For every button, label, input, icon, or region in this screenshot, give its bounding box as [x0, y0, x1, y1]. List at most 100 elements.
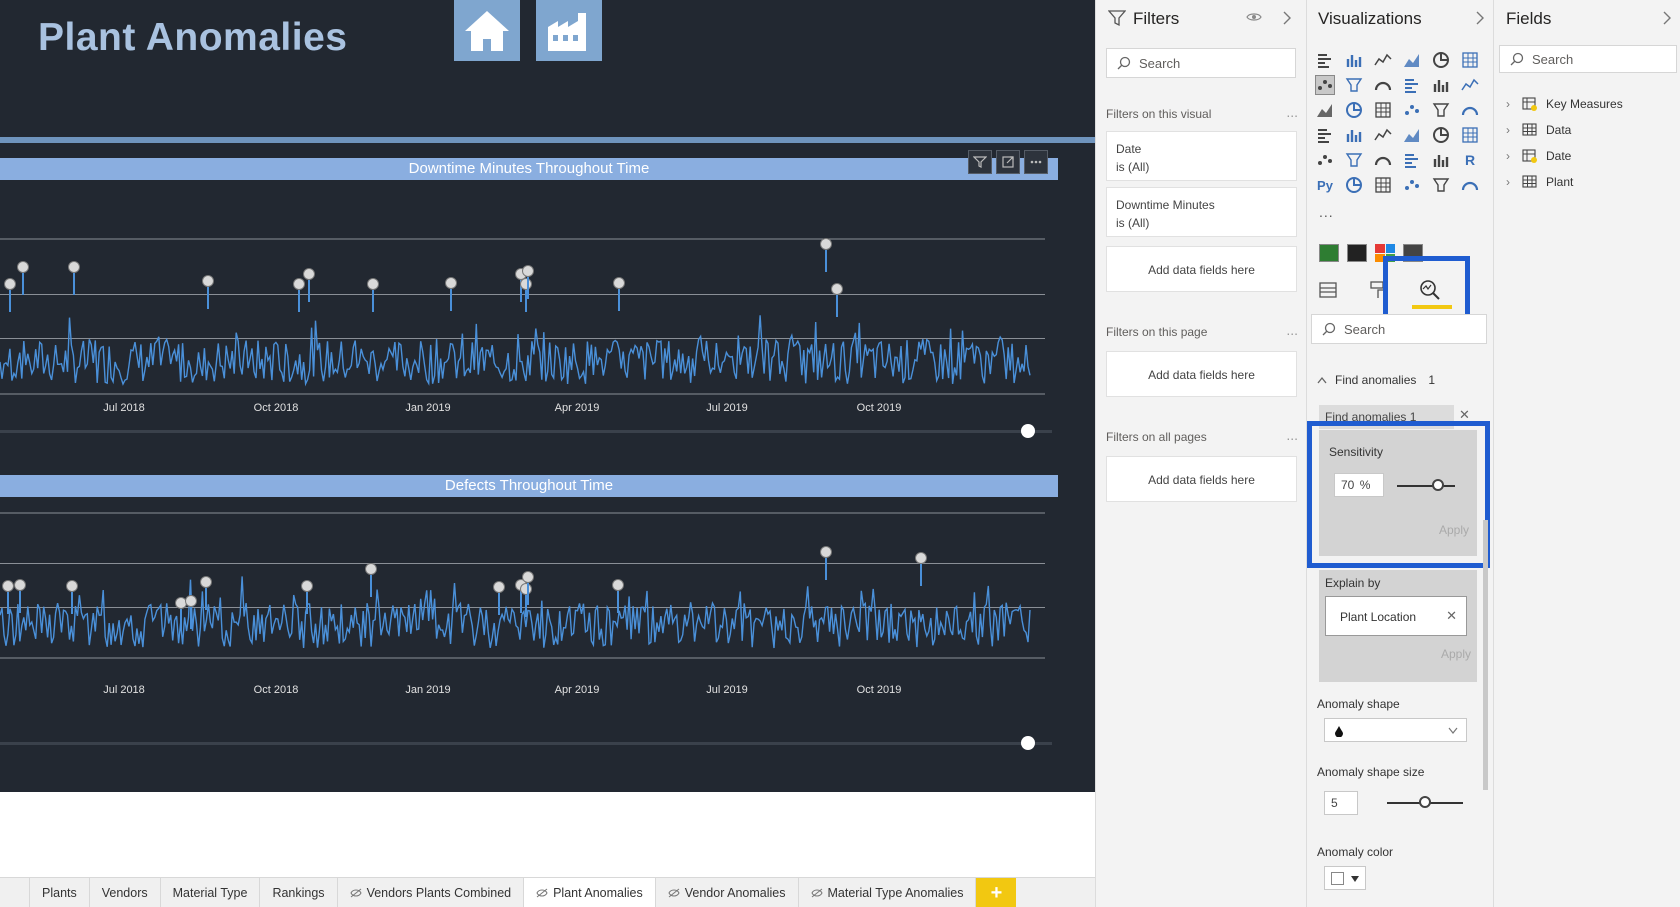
anomaly-marker[interactable] — [520, 278, 532, 313]
downtime-visual[interactable]: Downtime Minutes Throughout Time Jul 201… — [0, 150, 1058, 438]
visual-type-icon[interactable] — [1402, 75, 1422, 95]
defects-visual[interactable]: Defects Throughout Time Jul 2018 Oct 2018… — [0, 475, 1058, 765]
fields-well-icon[interactable] — [1317, 279, 1339, 301]
anomaly-marker[interactable] — [68, 261, 80, 296]
visual-type-icon[interactable] — [1431, 75, 1451, 95]
filter-card-date[interactable]: Date is (All) — [1106, 131, 1297, 181]
viz-search-input[interactable]: Search — [1311, 314, 1487, 344]
visual-type-icon[interactable] — [1344, 150, 1364, 170]
visual-type-icon[interactable] — [1315, 75, 1335, 95]
apply-button[interactable]: Apply — [1441, 647, 1471, 661]
anomaly-shape-dropdown[interactable] — [1324, 718, 1467, 742]
x-scrollbar[interactable] — [0, 742, 1052, 745]
anomaly-marker[interactable] — [915, 552, 927, 587]
anomaly-color-picker[interactable] — [1324, 866, 1366, 890]
anomaly-marker[interactable] — [820, 238, 832, 273]
visual-type-icon[interactable] — [1402, 100, 1422, 120]
visual-type-icon[interactable] — [1460, 50, 1480, 70]
filters-search-input[interactable]: Search — [1106, 48, 1296, 78]
visual-type-icon[interactable] — [1460, 75, 1480, 95]
visual-type-icon[interactable] — [1460, 175, 1480, 195]
anomaly-marker[interactable] — [301, 580, 313, 615]
page-tab[interactable]: Plant Anomalies — [524, 878, 656, 907]
visual-type-icon[interactable] — [1344, 50, 1364, 70]
scrollbar-handle[interactable] — [1021, 424, 1035, 438]
collapse-chevron-icon[interactable] — [1662, 11, 1672, 25]
page-tab[interactable]: Vendor Anomalies — [656, 878, 799, 907]
add-data-fields-visual[interactable]: Add data fields here — [1106, 246, 1297, 292]
field-table-plant[interactable]: › Plant — [1506, 175, 1573, 189]
focus-mode-icon[interactable] — [996, 150, 1020, 174]
visual-type-icon[interactable] — [1460, 125, 1480, 145]
filter-card-downtime[interactable]: Downtime Minutes is (All) — [1106, 187, 1297, 237]
page-tab[interactable]: Rankings — [260, 878, 338, 907]
collapse-chevron-icon[interactable] — [1282, 11, 1292, 25]
visual-type-icon[interactable] — [1431, 100, 1451, 120]
plant-button[interactable] — [536, 0, 602, 61]
visual-type-icon[interactable] — [1315, 100, 1335, 120]
visual-type-icon[interactable] — [1373, 100, 1393, 120]
visual-type-icon[interactable] — [1344, 125, 1364, 145]
visual-type-icon[interactable] — [1460, 100, 1480, 120]
anomaly-marker[interactable] — [367, 278, 379, 313]
more-options-icon[interactable]: ... — [1286, 322, 1298, 338]
anomaly-marker[interactable] — [365, 563, 377, 598]
more-options-icon[interactable]: ... — [1286, 104, 1298, 120]
field-table-data[interactable]: › Data — [1506, 123, 1571, 137]
home-button[interactable] — [454, 0, 520, 61]
visual-type-icon[interactable] — [1402, 125, 1422, 145]
visual-type-icon[interactable] — [1431, 125, 1451, 145]
add-data-fields-page[interactable]: Add data fields here — [1106, 351, 1297, 397]
anomaly-marker[interactable] — [293, 278, 305, 313]
anomaly-marker[interactable] — [4, 278, 16, 313]
anomaly-marker[interactable] — [831, 283, 843, 318]
more-options-icon[interactable]: ... — [1286, 427, 1298, 443]
anomaly-marker[interactable] — [303, 268, 315, 303]
anomaly-marker[interactable] — [202, 275, 214, 310]
remove-field-icon[interactable]: ✕ — [1446, 608, 1457, 624]
visual-type-icon[interactable] — [1402, 50, 1422, 70]
anomaly-shape-size-input[interactable]: 5 — [1324, 791, 1358, 815]
page-tab[interactable]: Material Type — [161, 878, 261, 907]
page-tab[interactable]: Vendors — [90, 878, 161, 907]
visual-type-icon[interactable] — [1373, 50, 1393, 70]
add-data-fields-all[interactable]: Add data fields here — [1106, 456, 1297, 502]
visual-type-icon[interactable] — [1431, 175, 1451, 195]
find-anomalies-section-header[interactable]: Find anomalies 1 — [1317, 373, 1435, 387]
visual-type-icon[interactable] — [1373, 75, 1393, 95]
custom-visual-icon[interactable] — [1347, 244, 1367, 262]
eye-icon[interactable] — [1246, 11, 1262, 23]
visual-type-icon[interactable] — [1373, 125, 1393, 145]
fields-search-input[interactable]: Search — [1499, 45, 1677, 73]
collapse-chevron-icon[interactable] — [1475, 11, 1485, 25]
visual-type-icon[interactable] — [1344, 175, 1364, 195]
visual-type-icon[interactable]: R — [1460, 150, 1480, 170]
visual-type-icon[interactable]: Py — [1315, 175, 1335, 195]
more-options-icon[interactable] — [1024, 150, 1048, 174]
field-table-date[interactable]: › Date — [1506, 149, 1571, 163]
x-scrollbar[interactable] — [0, 430, 1052, 433]
field-table-key-measures[interactable]: › Key Measures — [1506, 97, 1623, 111]
page-tab[interactable]: Vendors Plants Combined — [338, 878, 525, 907]
add-page-button[interactable]: + — [976, 878, 1017, 907]
anomaly-marker[interactable] — [493, 581, 505, 616]
shape-size-slider-handle[interactable] — [1419, 796, 1431, 808]
visual-type-icon[interactable] — [1431, 50, 1451, 70]
page-tab[interactable]: Plants — [30, 878, 90, 907]
visual-type-icon[interactable] — [1315, 50, 1335, 70]
visual-type-icon[interactable] — [1315, 150, 1335, 170]
visual-type-icon[interactable] — [1373, 175, 1393, 195]
page-tab[interactable]: Material Type Anomalies — [799, 878, 977, 907]
anomaly-marker[interactable] — [17, 261, 29, 296]
visual-type-icon[interactable] — [1344, 100, 1364, 120]
custom-visual-icon[interactable] — [1319, 244, 1339, 262]
visual-type-icon[interactable] — [1373, 150, 1393, 170]
visual-type-icon[interactable] — [1402, 150, 1422, 170]
pane-scrollbar[interactable] — [1483, 520, 1488, 790]
scrollbar-handle[interactable] — [1021, 736, 1035, 750]
explain-by-field[interactable]: Plant Location ✕ — [1325, 596, 1467, 636]
visual-type-icon[interactable] — [1431, 150, 1451, 170]
visual-type-icon[interactable] — [1402, 175, 1422, 195]
visual-type-icon[interactable] — [1344, 75, 1364, 95]
filter-icon[interactable] — [968, 150, 992, 174]
